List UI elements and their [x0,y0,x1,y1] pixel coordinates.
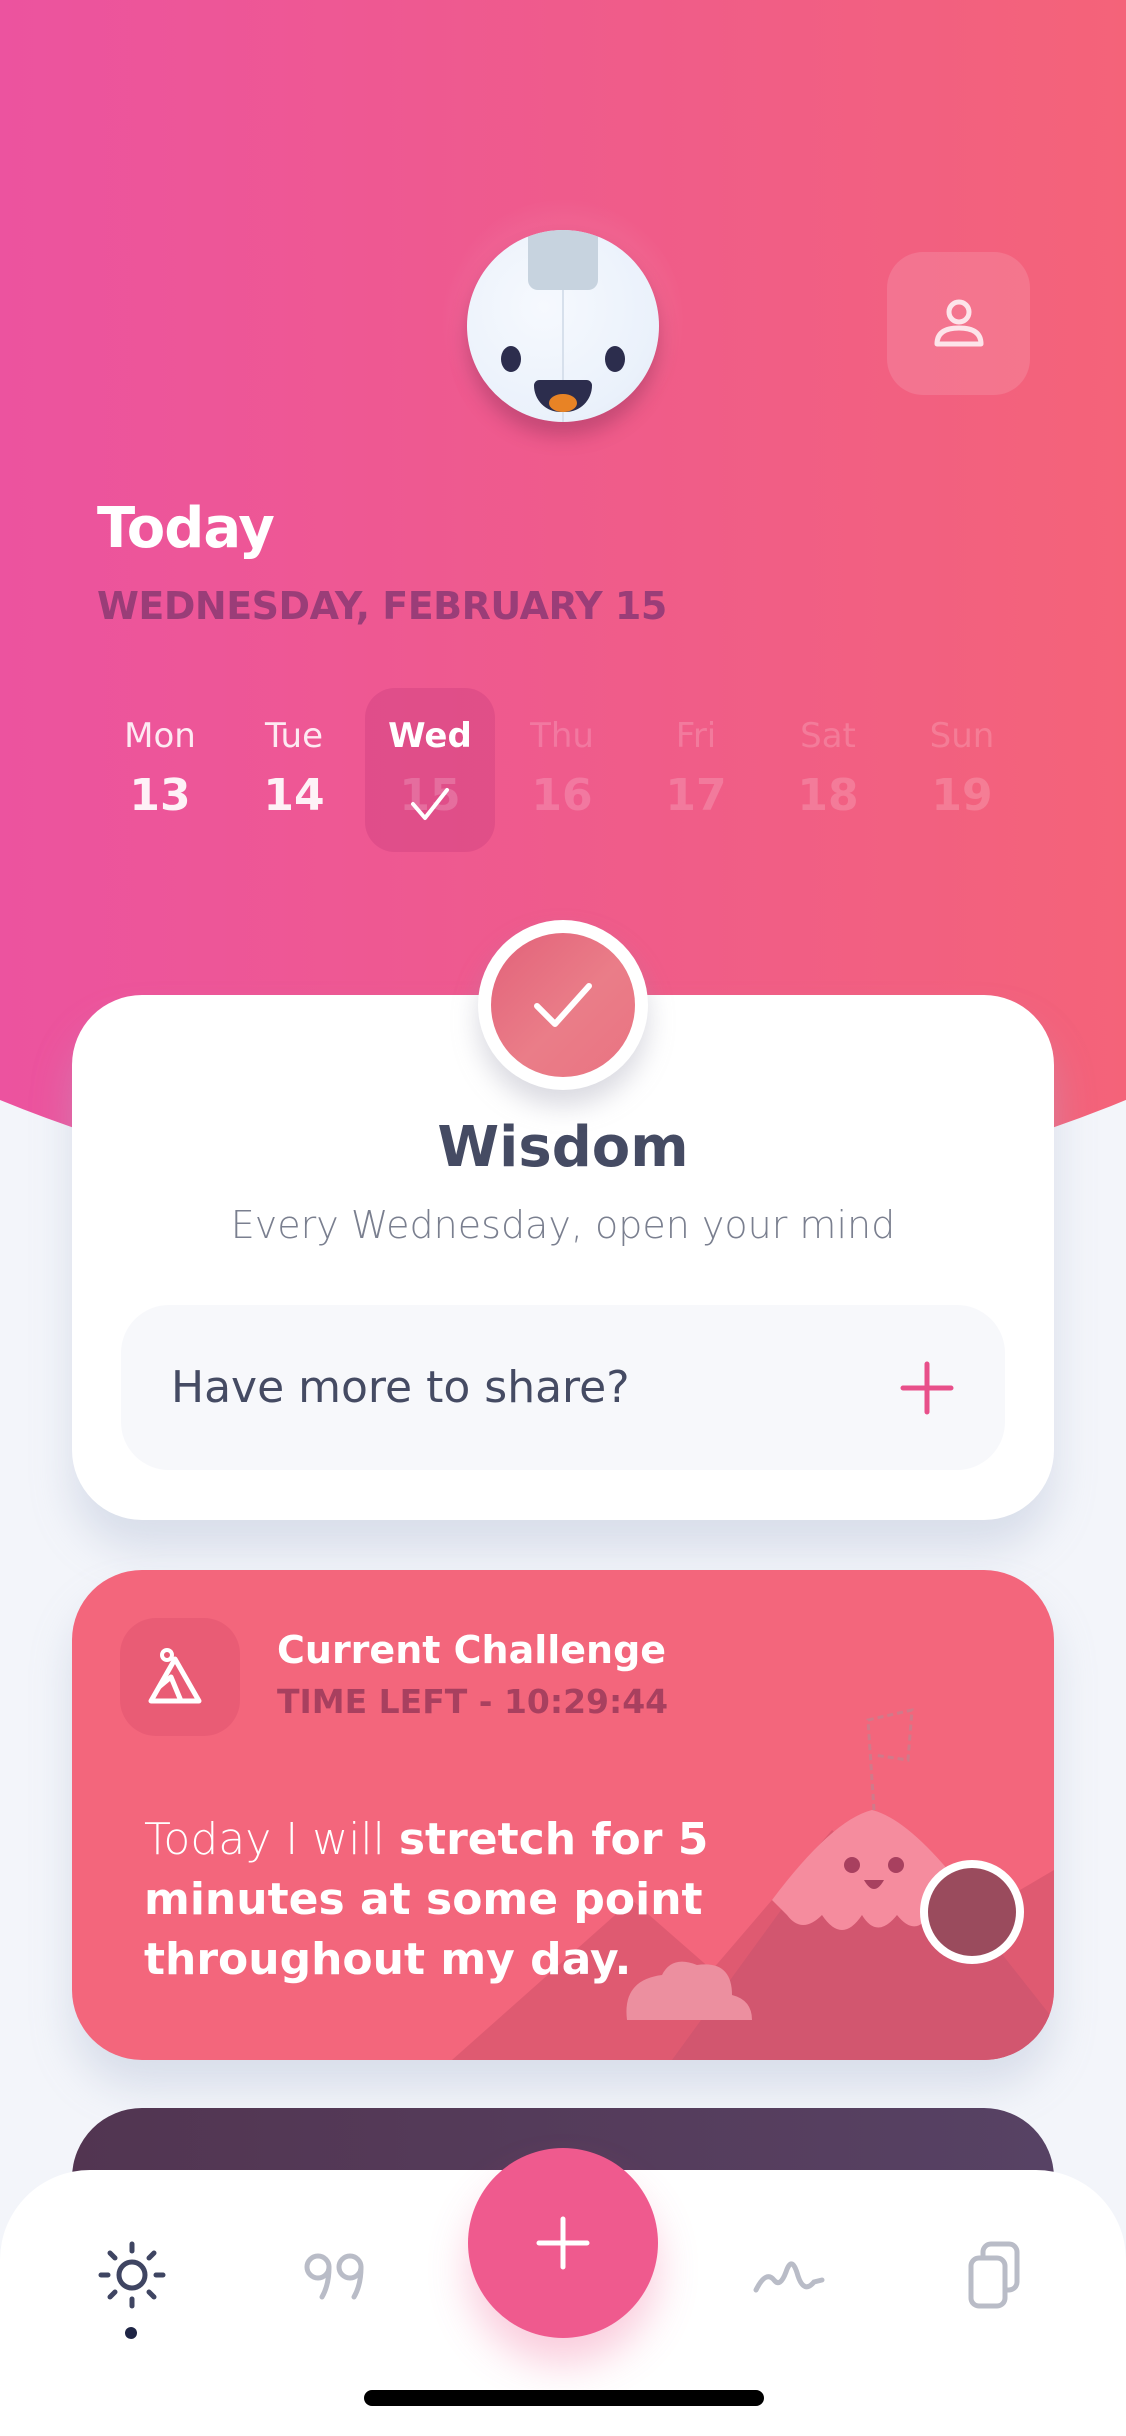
mascot-tongue [549,394,577,412]
day-sun[interactable]: Sun 19 [897,688,1027,852]
week-strip: Mon 13 Tue 14 Wed 15 Thu 16 Fri 17 Sat 1… [95,688,1030,852]
plus-icon [536,2216,590,2270]
wisdom-complete-badge[interactable] [478,920,648,1090]
challenge-complete-toggle[interactable] [920,1860,1024,1964]
mascot-hat [528,230,598,290]
active-tab-indicator [125,2327,137,2339]
tab-mood[interactable] [740,2225,840,2325]
day-number: 18 [797,770,859,821]
check-icon [534,983,592,1027]
mascot-eye-right [605,346,625,372]
challenge-text-prefix: Today I will [144,1814,399,1865]
day-thu[interactable]: Thu 16 [497,688,627,852]
check-icon [411,788,449,820]
share-placeholder: Have more to share? [171,1362,630,1413]
day-name: Sat [800,716,856,756]
day-name: Tue [264,716,324,756]
day-sat[interactable]: Sat 18 [763,688,893,852]
wave-icon [753,2261,825,2293]
challenge-title: Current Challenge [277,1628,667,1672]
day-name: Fri [675,716,717,756]
day-wed[interactable]: Wed 15 [365,688,495,852]
day-mon[interactable]: Mon 13 [95,688,225,852]
wisdom-title: Wisdom [437,1115,689,1180]
mascot-avatar[interactable] [467,230,659,422]
wisdom-check-circle [491,933,635,1077]
day-tue[interactable]: Tue 14 [229,688,359,852]
mascot-eye-left [501,346,521,372]
page-title: Today [97,496,275,561]
plus-icon[interactable] [899,1360,955,1416]
day-number: 17 [665,770,727,821]
add-entry-button[interactable] [468,2148,658,2338]
day-number: 13 [129,770,191,821]
day-number: 14 [263,770,325,821]
wisdom-subtitle: Every Wednesday, open your mind [230,1203,896,1247]
cards-icon [968,2241,1020,2309]
sun-icon [98,2241,166,2309]
challenge-card[interactable]: Current Challenge TIME LEFT - 10:29:44 T… [72,1570,1054,2060]
tab-quotes[interactable] [285,2225,385,2325]
tab-entries[interactable] [945,2225,1045,2325]
day-name: Mon [124,716,196,756]
challenge-icon-box [120,1618,240,1736]
home-indicator [364,2390,764,2406]
day-name: Thu [530,716,594,756]
day-number: 16 [531,770,593,821]
day-number: 19 [931,770,993,821]
day-name: Wed [388,716,472,756]
day-name: Sun [929,716,995,756]
user-icon [934,299,983,346]
share-more-input[interactable]: Have more to share? [121,1305,1005,1470]
tab-today[interactable] [82,2225,182,2325]
mascot-mouth [534,380,592,412]
challenge-description: Today I will stretch for 5 minutes at so… [144,1810,744,1990]
mountain-icon [148,1648,202,1704]
current-date: WEDNESDAY, FEBRUARY 15 [97,584,667,628]
quote-icon [304,2253,364,2300]
day-fri[interactable]: Fri 17 [631,688,761,852]
challenge-time-left: TIME LEFT - 10:29:44 [277,1682,669,1721]
profile-button[interactable] [887,252,1030,395]
